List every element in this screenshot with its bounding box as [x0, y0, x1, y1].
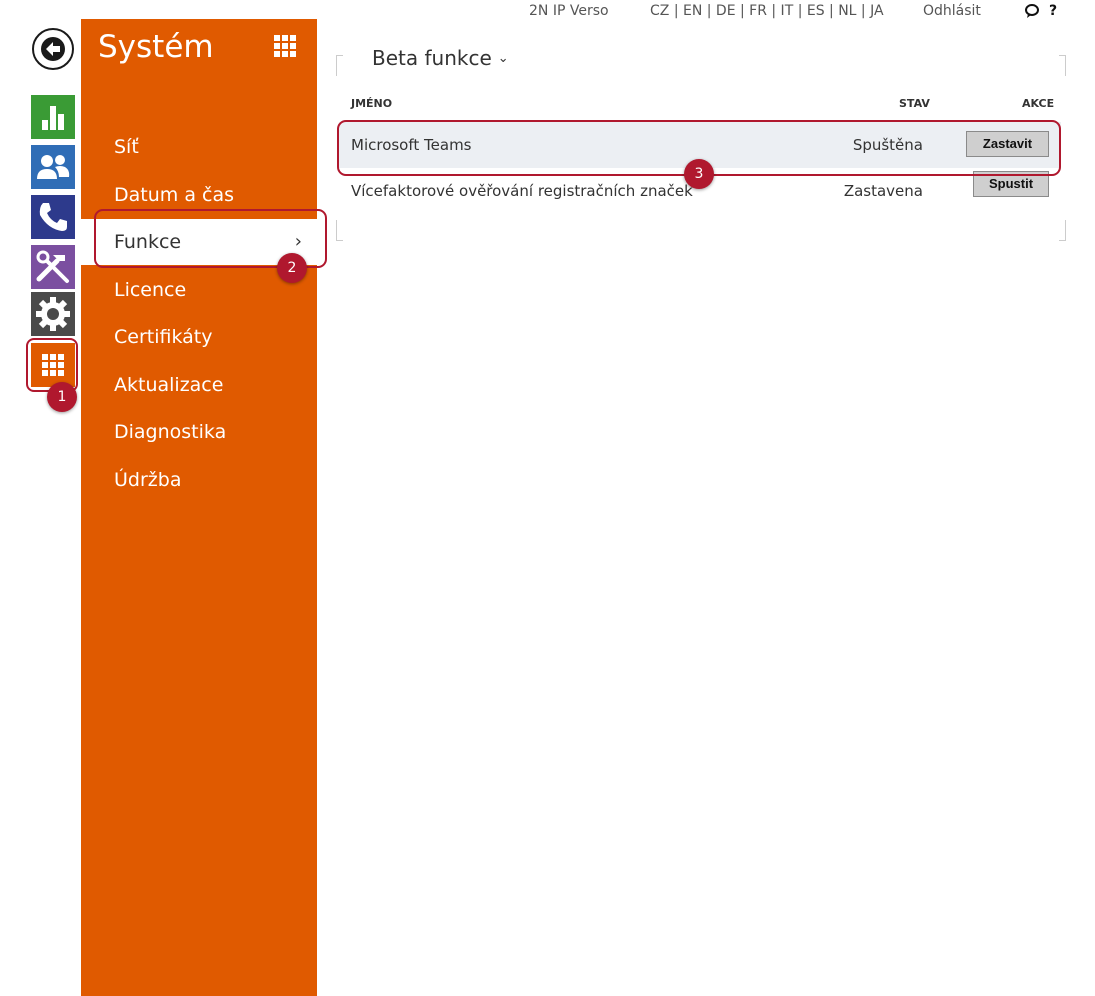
sidebar: Systém Síť Datum a čas Funkce › Licence … — [81, 19, 317, 996]
column-header-state: STAV — [899, 97, 930, 110]
step-badge-2: 2 — [277, 253, 307, 283]
gear-icon — [36, 297, 70, 331]
panel-corner — [336, 55, 343, 76]
sidebar-item-label: Datum a čas — [114, 184, 234, 206]
sidebar-item-label: Síť — [114, 136, 139, 158]
chat-icon[interactable] — [1024, 3, 1040, 19]
panel-corner — [1059, 220, 1066, 241]
back-icon — [41, 37, 65, 61]
step-badge-3: 3 — [684, 159, 714, 189]
help-icon[interactable]: ? — [1049, 3, 1057, 19]
grid-icon[interactable] — [274, 35, 296, 57]
status-icon — [42, 106, 64, 130]
menu-directory[interactable] — [31, 145, 75, 189]
menu-hardware[interactable] — [31, 292, 75, 336]
sidebar-item-certificates[interactable]: Certifikáty — [81, 314, 317, 360]
sidebar-item-maintenance[interactable]: Údržba — [81, 457, 317, 503]
device-name: 2N IP Verso — [529, 3, 609, 19]
column-header-name: JMÉNO — [351, 97, 393, 110]
sidebar-item-updates[interactable]: Aktualizace — [81, 362, 317, 408]
panel-corner — [336, 220, 343, 241]
users-icon — [37, 155, 70, 179]
panel-corner — [1059, 55, 1066, 76]
language-selector[interactable]: CZ | EN | DE | FR | IT | ES | NL | JA — [650, 3, 884, 19]
services-icon — [36, 250, 69, 283]
sidebar-item-label: Údržba — [114, 469, 182, 491]
menu-services[interactable] — [31, 245, 75, 289]
logout-link[interactable]: Odhlásit — [923, 3, 981, 19]
column-header-action: AKCE — [1022, 97, 1055, 110]
chevron-down-icon: ⌄ — [497, 51, 509, 66]
back-button[interactable] — [32, 28, 74, 70]
sidebar-item-label: Aktualizace — [114, 374, 224, 396]
section-title[interactable]: Beta funkce ⌄ — [372, 46, 509, 70]
menu-status[interactable] — [31, 95, 75, 139]
sidebar-item-label: Certifikáty — [114, 326, 213, 348]
sidebar-item-diagnostics[interactable]: Diagnostika — [81, 409, 317, 455]
sidebar-item-label: Diagnostika — [114, 421, 227, 443]
step-badge-1: 1 — [47, 382, 77, 412]
sidebar-item-network[interactable]: Síť — [81, 124, 317, 170]
page-title: Systém — [98, 29, 214, 65]
section-title-label: Beta funkce — [372, 46, 492, 70]
sidebar-item-label: Licence — [114, 279, 187, 301]
phone-icon — [39, 203, 67, 231]
menu-calls[interactable] — [31, 195, 75, 239]
